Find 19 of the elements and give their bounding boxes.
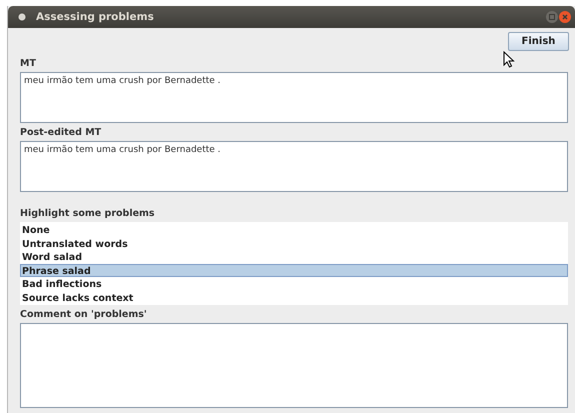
list-item[interactable]: Word salad bbox=[20, 250, 568, 264]
mouse-pointer-icon bbox=[503, 51, 515, 68]
list-item[interactable]: Phrase salad bbox=[20, 264, 568, 277]
field-label: Post-edited MT bbox=[20, 128, 102, 138]
comment-field[interactable] bbox=[20, 323, 568, 408]
field-label: MT bbox=[20, 59, 36, 69]
list-item[interactable]: Bad inflections bbox=[20, 277, 568, 290]
section-label: Highlight some problems bbox=[20, 209, 155, 219]
list-item[interactable]: Source lacks context bbox=[20, 290, 568, 304]
text-field[interactable]: meu irmão tem uma crush por Bernadette . bbox=[20, 72, 568, 123]
app-icon bbox=[18, 13, 26, 21]
window-title: Assessing problems bbox=[36, 11, 155, 23]
close-icon[interactable] bbox=[559, 11, 571, 23]
list-item[interactable]: Untranslated words bbox=[20, 236, 568, 250]
list-item[interactable]: None bbox=[20, 223, 568, 236]
finish-button[interactable]: Finish bbox=[508, 32, 569, 51]
text-field[interactable]: meu irmão tem uma crush por Bernadette . bbox=[20, 141, 568, 192]
maximize-icon[interactable] bbox=[546, 11, 558, 23]
field-label: Comment on 'problems' bbox=[20, 310, 147, 320]
